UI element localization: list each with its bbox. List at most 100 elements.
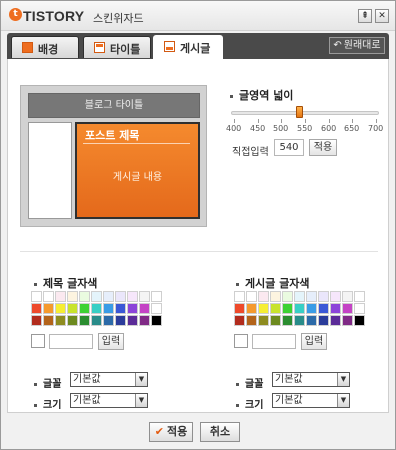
color-swatch[interactable] [79, 303, 90, 314]
color-swatch[interactable] [79, 291, 90, 302]
color-swatch[interactable] [91, 291, 102, 302]
preview-post-divider [83, 143, 190, 144]
color-swatch[interactable] [91, 303, 102, 314]
preview-sidebar [28, 122, 72, 219]
post-color-apply-button[interactable]: 입력 [301, 333, 327, 350]
color-swatch[interactable] [234, 291, 245, 302]
tab-title[interactable]: 타이틀 [83, 36, 151, 58]
width-apply-button[interactable]: 적용 [309, 139, 337, 156]
color-swatch[interactable] [139, 303, 150, 314]
color-swatch[interactable] [43, 315, 54, 326]
color-swatch[interactable] [270, 303, 281, 314]
size-label-text: 크기 [245, 400, 264, 411]
tab-post[interactable]: 게시글 [153, 35, 223, 59]
color-swatch[interactable] [127, 303, 138, 314]
title-color-apply-button[interactable]: 입력 [98, 333, 124, 350]
color-swatch[interactable] [103, 303, 114, 314]
color-swatch[interactable] [67, 315, 78, 326]
preview-post-body: 게시글 내용 [112, 172, 163, 183]
color-swatch[interactable] [306, 303, 317, 314]
color-swatch[interactable] [342, 291, 353, 302]
title-size-label: 크기 [34, 396, 61, 411]
color-swatch[interactable] [294, 303, 305, 314]
slider-tick-label: 400 [226, 124, 242, 133]
color-swatch[interactable] [306, 315, 317, 326]
color-swatch[interactable] [127, 291, 138, 302]
post-size-select[interactable]: 기본값 ▼ [272, 393, 350, 408]
color-swatch[interactable] [91, 315, 102, 326]
color-swatch[interactable] [234, 303, 245, 314]
color-swatch[interactable] [151, 315, 162, 326]
color-swatch[interactable] [354, 303, 365, 314]
color-swatch[interactable] [234, 315, 245, 326]
color-swatch[interactable] [246, 291, 257, 302]
color-swatch[interactable] [55, 315, 66, 326]
color-swatch[interactable] [67, 303, 78, 314]
color-swatch[interactable] [31, 303, 42, 314]
width-input[interactable]: 540 [274, 139, 304, 156]
color-swatch[interactable] [127, 315, 138, 326]
color-swatch[interactable] [294, 315, 305, 326]
cancel-button[interactable]: 취소 [200, 422, 240, 442]
title-color-input[interactable] [49, 334, 93, 349]
color-swatch[interactable] [270, 315, 281, 326]
color-swatch[interactable] [330, 303, 341, 314]
close-icon[interactable]: ✕ [375, 9, 389, 23]
color-swatch[interactable] [115, 315, 126, 326]
color-swatch[interactable] [270, 291, 281, 302]
color-swatch[interactable] [43, 291, 54, 302]
color-swatch[interactable] [115, 303, 126, 314]
color-swatch[interactable] [67, 291, 78, 302]
color-swatch[interactable] [246, 315, 257, 326]
slider-tick-label: 500 [273, 124, 289, 133]
direct-input-label: 직접입력 [232, 147, 269, 158]
width-slider-track[interactable] [231, 111, 379, 115]
color-swatch[interactable] [318, 303, 329, 314]
font-label-text: 글꼴 [245, 379, 264, 390]
apply-label: 적용 [166, 425, 188, 438]
color-swatch[interactable] [139, 315, 150, 326]
font-label-text: 글꼴 [43, 379, 62, 390]
tab-background[interactable]: 배경 [11, 36, 79, 58]
width-slider-thumb[interactable] [296, 106, 303, 118]
color-swatch[interactable] [151, 291, 162, 302]
color-swatch[interactable] [282, 315, 293, 326]
post-color-input[interactable] [252, 334, 296, 349]
color-swatch[interactable] [342, 315, 353, 326]
color-swatch[interactable] [354, 315, 365, 326]
color-swatch[interactable] [258, 303, 269, 314]
post-font-select[interactable]: 기본값 ▼ [272, 372, 350, 387]
color-swatch[interactable] [318, 315, 329, 326]
color-swatch[interactable] [31, 315, 42, 326]
color-swatch[interactable] [55, 291, 66, 302]
color-swatch[interactable] [246, 303, 257, 314]
color-swatch[interactable] [151, 303, 162, 314]
color-swatch[interactable] [342, 303, 353, 314]
bullet-icon [236, 382, 239, 386]
color-swatch[interactable] [306, 291, 317, 302]
title-bar: t TISTORY 스킨위자드 ⇞ ✕ [1, 1, 395, 31]
apply-button[interactable]: ✔ 적용 [149, 422, 193, 442]
color-swatch[interactable] [103, 315, 114, 326]
color-swatch[interactable] [330, 315, 341, 326]
color-swatch[interactable] [55, 303, 66, 314]
color-swatch[interactable] [354, 291, 365, 302]
color-swatch[interactable] [318, 291, 329, 302]
color-swatch[interactable] [139, 291, 150, 302]
title-font-select[interactable]: 기본값 ▼ [70, 372, 148, 387]
color-swatch[interactable] [258, 315, 269, 326]
color-swatch[interactable] [282, 303, 293, 314]
pin-icon[interactable]: ⇞ [358, 9, 372, 23]
color-swatch[interactable] [31, 291, 42, 302]
color-swatch[interactable] [258, 291, 269, 302]
color-swatch[interactable] [43, 303, 54, 314]
color-swatch[interactable] [115, 291, 126, 302]
title-size-select[interactable]: 기본값 ▼ [70, 393, 148, 408]
color-swatch[interactable] [103, 291, 114, 302]
select-value: 기본값 [275, 374, 303, 385]
color-swatch[interactable] [79, 315, 90, 326]
color-swatch[interactable] [330, 291, 341, 302]
restore-button[interactable]: ↶ 원래대로 [329, 37, 385, 54]
color-swatch[interactable] [294, 291, 305, 302]
color-swatch[interactable] [282, 291, 293, 302]
